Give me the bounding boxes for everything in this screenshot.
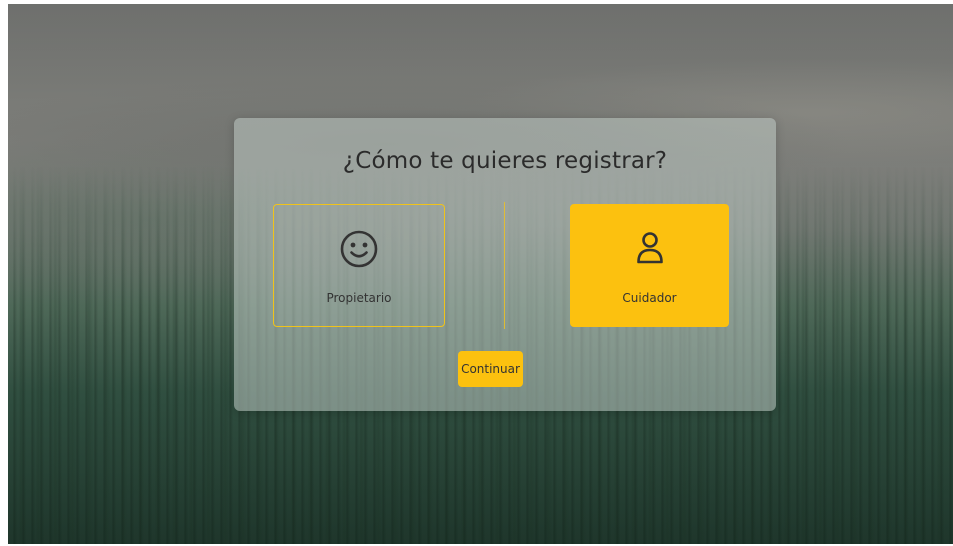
smiley-face-icon [340, 230, 378, 268]
option-label-cuidador: Cuidador [622, 291, 677, 305]
continue-button[interactable]: Continuar [458, 351, 523, 387]
person-icon [636, 232, 663, 264]
option-propietario[interactable]: Propietario [273, 204, 445, 327]
dialog-title: ¿Cómo te quieres registrar? [342, 148, 668, 174]
option-cuidador[interactable]: Cuidador [570, 204, 729, 327]
option-label-propietario: Propietario [326, 291, 392, 305]
page-frame: ¿Cómo te quieres registrar? Propietario … [8, 4, 953, 544]
registration-dialog: ¿Cómo te quieres registrar? Propietario … [234, 118, 776, 411]
option-divider [504, 202, 505, 329]
